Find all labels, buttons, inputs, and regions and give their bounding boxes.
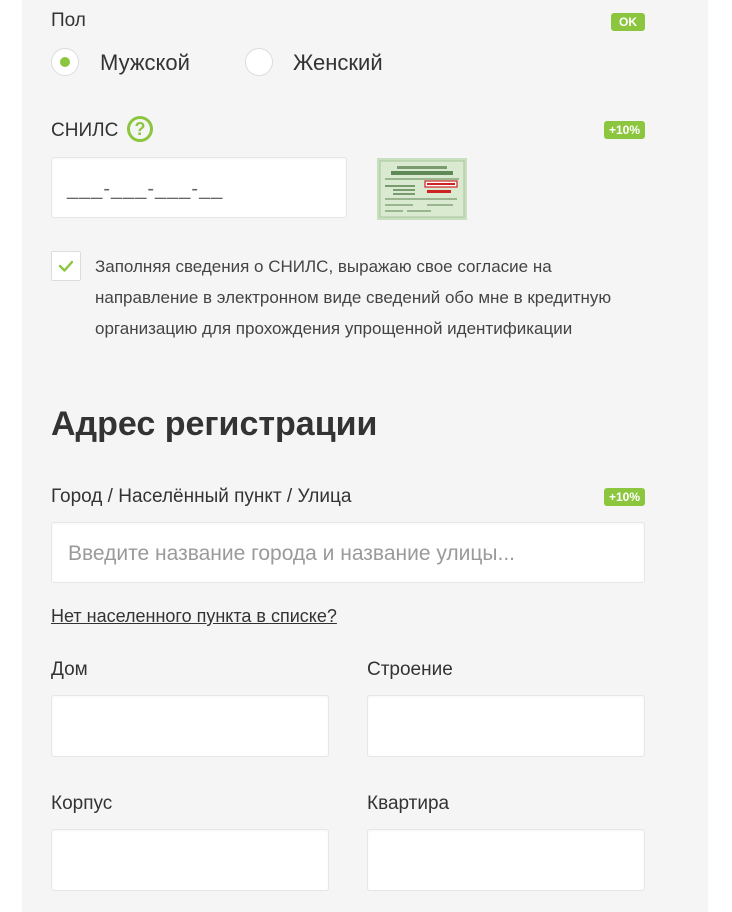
gender-male-radio[interactable]	[51, 48, 79, 76]
snils-label: СНИЛС	[51, 120, 119, 141]
consent-line: организацию для прохождения упрощенной и…	[95, 319, 573, 338]
city-bonus-badge: +10%	[604, 488, 645, 506]
radio-selected-dot	[60, 57, 70, 67]
consent-checkbox[interactable]	[51, 251, 81, 281]
consent-line: Заполняя сведения о СНИЛС, выражаю свое …	[95, 257, 552, 276]
address-section-title: Адрес регистрации	[51, 405, 378, 443]
snils-card-image	[377, 158, 467, 220]
house-input[interactable]	[51, 695, 329, 757]
gender-female-radio[interactable]	[245, 48, 273, 76]
city-placeholder: Введите название города и название улицы…	[68, 542, 515, 565]
gender-label: Пол	[51, 10, 86, 31]
building-input[interactable]	[367, 695, 645, 757]
consent-line: направление в электронном виде сведений …	[95, 288, 612, 307]
help-question-icon[interactable]: ?	[127, 116, 153, 142]
gender-ok-badge: OK	[611, 13, 645, 31]
block-input[interactable]	[51, 829, 329, 891]
gender-female-label[interactable]: Женский	[293, 50, 383, 76]
snils-input[interactable]: ___-___-___-__	[51, 157, 347, 218]
house-label: Дом	[51, 659, 88, 680]
block-label: Корпус	[51, 793, 113, 814]
gender-male-label[interactable]: Мужской	[100, 50, 190, 76]
snils-mask: ___-___-___-__	[67, 178, 224, 200]
apartment-label: Квартира	[367, 793, 450, 814]
apartment-input[interactable]	[367, 829, 645, 891]
building-label: Строение	[367, 659, 453, 680]
consent-text: Заполняя сведения о СНИЛС, выражаю свое …	[95, 251, 611, 344]
checkmark-icon	[58, 260, 74, 272]
city-label: Город / Населённый пункт / Улица	[51, 486, 352, 507]
city-street-input[interactable]: Введите название города и название улицы…	[51, 522, 645, 583]
snils-bonus-badge: +10%	[604, 121, 645, 139]
no-city-link[interactable]: Нет населенного пункта в списке?	[51, 606, 337, 627]
